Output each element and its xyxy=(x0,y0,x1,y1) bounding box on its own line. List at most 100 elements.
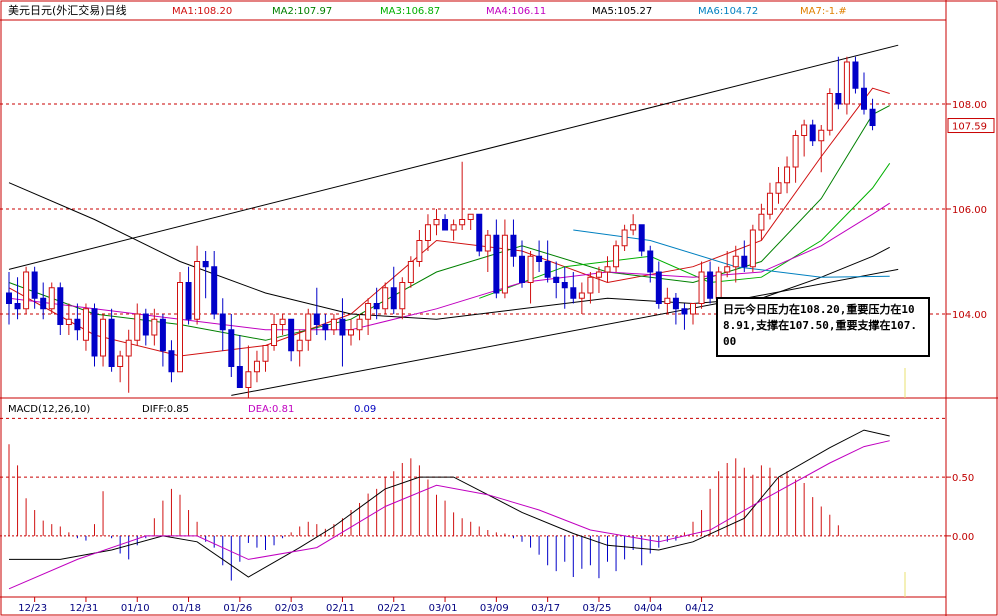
candle-body xyxy=(288,318,295,352)
candle-body xyxy=(82,308,89,341)
candle-body xyxy=(185,282,192,320)
candle-body xyxy=(493,234,500,294)
candle-body xyxy=(245,371,252,388)
annotation-text: 日元今日压力在108.20,重要压力在108.91,支撑在107.50,重要支撑… xyxy=(723,303,917,348)
candle-body xyxy=(775,182,782,194)
candle-body xyxy=(861,87,867,110)
candle-body xyxy=(604,266,611,273)
candle-body xyxy=(587,276,594,294)
candle-body xyxy=(843,61,850,105)
time-tick-label: 12/23 xyxy=(18,603,47,614)
candle-body xyxy=(630,224,637,231)
candle-body xyxy=(527,255,534,283)
candle-body xyxy=(707,271,714,299)
candle-body xyxy=(749,229,756,268)
candle-body xyxy=(459,219,466,226)
candle-body xyxy=(40,297,47,310)
ma-legend: MA1:108.20 MA2:107.97 MA3:106.87 MA4:106.11… xyxy=(172,6,847,17)
last-price-label: 107.59 xyxy=(952,122,987,133)
time-tick-label: 02/11 xyxy=(326,603,355,614)
candle-body xyxy=(313,313,320,325)
candle-body xyxy=(74,318,81,331)
candle-body xyxy=(510,234,517,257)
candle-body xyxy=(561,282,568,289)
candle-body xyxy=(390,287,397,310)
candle-body xyxy=(672,297,679,310)
candle-body xyxy=(91,308,98,357)
macd-title: MACD(12,26,10) xyxy=(8,404,90,415)
ma-label: MA6:104.72 xyxy=(698,6,758,17)
candle-body xyxy=(416,240,423,262)
candle-body xyxy=(664,297,671,304)
candle-body xyxy=(296,339,303,352)
candle-body xyxy=(741,255,748,268)
candle-body xyxy=(48,287,55,310)
candle-body xyxy=(134,313,141,341)
candle-body xyxy=(826,93,833,131)
candle-body xyxy=(305,313,312,341)
time-tick-label: 12/31 xyxy=(70,603,99,614)
candle-body xyxy=(536,255,543,262)
candle-body xyxy=(724,266,731,273)
candle-body xyxy=(433,219,440,226)
time-tick-label: 01/18 xyxy=(172,603,201,614)
candle-body xyxy=(14,303,21,310)
candle-body xyxy=(202,261,209,268)
ma-label: MA2:107.97 xyxy=(272,6,332,17)
candle-body xyxy=(784,166,791,184)
time-tick-label: 03/25 xyxy=(583,603,612,614)
candle-body xyxy=(424,224,431,241)
candle-body xyxy=(544,261,551,278)
candle-body xyxy=(501,234,508,294)
candle-body xyxy=(698,271,705,304)
ma-label: MA5:105.27 xyxy=(592,6,652,17)
candle-body xyxy=(467,213,474,220)
time-tick-label: 04/12 xyxy=(685,603,714,614)
ma-label: MA1:108.20 xyxy=(172,6,232,17)
candle-body xyxy=(407,261,414,283)
candle-body xyxy=(279,318,286,325)
candle-body xyxy=(31,271,38,299)
candle-body xyxy=(65,318,72,325)
candle-body xyxy=(519,255,525,283)
candle-body xyxy=(253,360,260,373)
candle-body xyxy=(57,287,64,325)
price-tick-label: 106.00 xyxy=(952,205,987,216)
candle-body xyxy=(151,318,158,336)
candle-body xyxy=(570,287,577,299)
candle-body xyxy=(766,192,773,215)
candle-body xyxy=(373,303,380,310)
candle-body xyxy=(219,313,226,331)
time-tick-label: 02/03 xyxy=(275,603,304,614)
candle-body xyxy=(159,318,166,352)
candle-body xyxy=(476,213,483,252)
candle-body xyxy=(236,366,243,388)
candle-body xyxy=(356,318,363,331)
candle-body xyxy=(801,124,808,136)
candle-body xyxy=(382,287,389,310)
candle-body xyxy=(365,303,372,320)
candle-body xyxy=(262,345,269,362)
price-tick-label: 108.00 xyxy=(952,100,987,111)
candle-body xyxy=(100,318,107,357)
candle-body xyxy=(211,266,218,315)
time-tick-label: 03/17 xyxy=(531,603,560,614)
candle-body xyxy=(450,224,457,231)
candle-body xyxy=(442,219,449,231)
candle-body xyxy=(578,292,585,299)
ma-label: MA7:-1.# xyxy=(800,6,847,17)
candle-body xyxy=(690,303,696,315)
candle-body xyxy=(715,271,722,299)
price-tick-label: 104.00 xyxy=(952,310,987,321)
candle-body xyxy=(125,339,132,357)
candle-body xyxy=(348,329,354,336)
candle-body xyxy=(168,350,175,373)
ma-label: MA4:106.11 xyxy=(486,6,546,17)
candle-body xyxy=(732,255,739,268)
ma-label: MA3:106.87 xyxy=(380,6,440,17)
candle-body xyxy=(322,324,329,331)
candle-body xyxy=(869,108,876,127)
candle-body xyxy=(638,224,645,252)
macd-dea-label: DEA:0.81 xyxy=(248,404,294,415)
candle-body xyxy=(142,313,149,336)
